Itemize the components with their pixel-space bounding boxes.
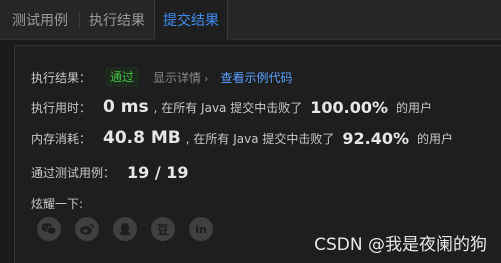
qq-icon bbox=[119, 222, 131, 235]
tab-submit-result[interactable]: 提交结果 bbox=[154, 0, 228, 40]
douban-icon: 豆 bbox=[156, 222, 169, 237]
chevron-right-icon: › bbox=[204, 71, 209, 85]
memory-row: 内存消耗： 40.8 MB , 在所有 Java 提交中击败了 92.40% 的… bbox=[31, 127, 453, 149]
testcases-row: 通过测试用例： 19 / 19 bbox=[31, 161, 189, 183]
share-label: 炫耀一下: bbox=[31, 196, 84, 211]
share-linkedin-button[interactable]: in bbox=[189, 217, 213, 241]
testcases-label: 通过测试用例： bbox=[31, 165, 116, 180]
memory-percent: 92.40% bbox=[342, 128, 410, 148]
runtime-label: 执行用时： bbox=[31, 100, 92, 115]
result-label: 执行结果： bbox=[31, 70, 92, 85]
result-row: 执行结果： 通过 显示详情 › 查看示例代码 bbox=[31, 66, 292, 88]
tab-run-result[interactable]: 执行结果 bbox=[80, 0, 154, 40]
runtime-beat-text: , 在所有 Java 提交中击败了 bbox=[153, 100, 303, 115]
status-badge: 通过 bbox=[105, 67, 140, 87]
weibo-icon bbox=[80, 223, 95, 235]
memory-value: 40.8 MB bbox=[103, 128, 181, 148]
share-douban-button[interactable]: 豆 bbox=[151, 217, 175, 241]
runtime-percent: 100.00% bbox=[310, 97, 388, 117]
memory-beat-text: , 在所有 Java 提交中击败了 bbox=[185, 131, 335, 146]
share-label-row: 炫耀一下: bbox=[31, 192, 83, 214]
memory-suffix: 的用户 bbox=[417, 131, 454, 146]
testcases-value: 19 / 19 bbox=[127, 162, 189, 182]
submission-result-window: 测试用例 执行结果 提交结果 执行结果： 通过 显示详情 › 查看示例代码 执行用… bbox=[0, 0, 501, 263]
share-wechat-button[interactable] bbox=[37, 217, 61, 241]
runtime-value: 0 ms bbox=[103, 97, 149, 117]
runtime-suffix: 的用户 bbox=[396, 100, 433, 115]
tab-test-cases[interactable]: 测试用例 bbox=[0, 0, 80, 40]
show-details-text: 显示详情 bbox=[153, 70, 202, 85]
memory-label: 内存消耗： bbox=[31, 131, 92, 146]
runtime-row: 执行用时： 0 ms , 在所有 Java 提交中击败了 100.00% 的用户 bbox=[31, 96, 432, 118]
csdn-watermark: CSDN @我是夜阑的狗 bbox=[314, 235, 487, 255]
share-weibo-button[interactable] bbox=[75, 217, 99, 241]
share-qq-button[interactable] bbox=[113, 217, 137, 241]
share-buttons: 豆 in bbox=[37, 217, 227, 241]
wechat-icon bbox=[41, 223, 57, 235]
show-details-link[interactable]: 显示详情 › bbox=[153, 69, 208, 86]
linkedin-icon: in bbox=[195, 222, 207, 236]
view-sample-code-link[interactable]: 查看示例代码 bbox=[220, 69, 292, 86]
tab-bar: 测试用例 执行结果 提交结果 bbox=[0, 0, 501, 40]
